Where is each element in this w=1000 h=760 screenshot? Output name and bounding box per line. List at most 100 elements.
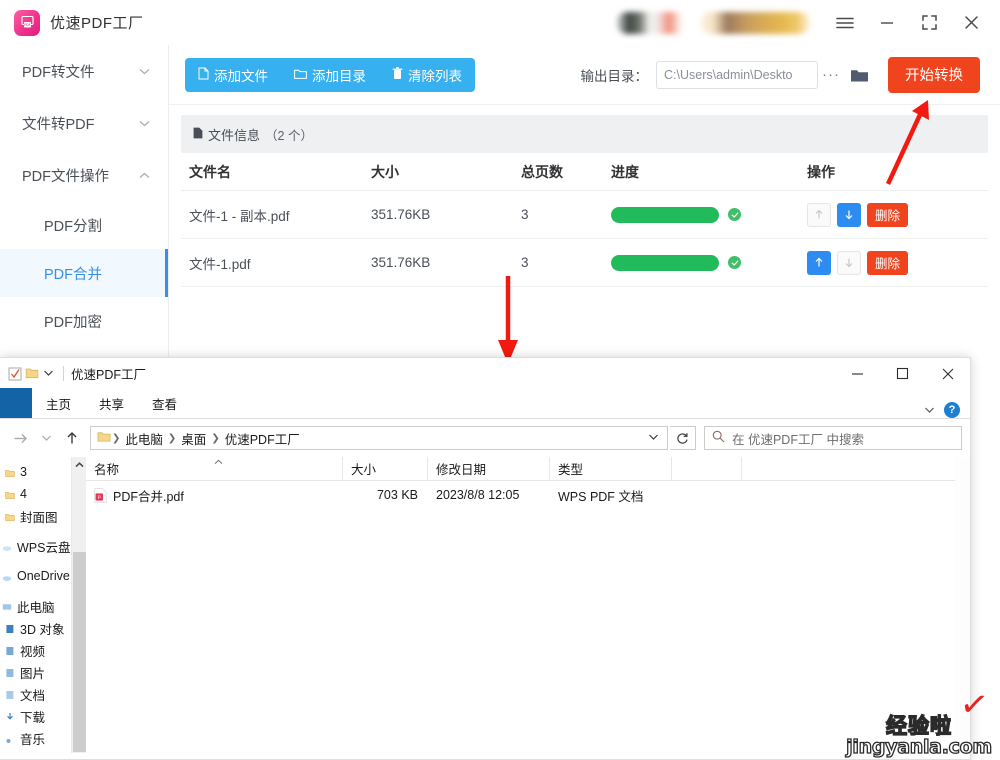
explorer-titlebar: 优速PDF工厂 <box>0 358 970 389</box>
explorer-main: 3 4 封面图 WPS云盘 OneDrive 此电脑 3D 对象 视频 图片 文… <box>0 456 970 753</box>
sidebar-item-pdf-split[interactable]: PDF分割 <box>0 201 168 249</box>
column-header-extra[interactable] <box>672 456 742 481</box>
check-circle-icon <box>728 256 741 269</box>
sort-ascending-icon <box>214 458 223 467</box>
add-file-label: 添加文件 <box>214 68 268 84</box>
nav-item-label: 图片 <box>20 666 46 681</box>
ribbon-right-controls: ? <box>924 402 970 418</box>
sidebar-group-label: PDF转文件 <box>22 64 95 81</box>
chevron-down-icon[interactable] <box>648 433 663 444</box>
column-header-name[interactable]: 名称 <box>86 456 343 481</box>
column-header-label: 修改日期 <box>436 463 487 477</box>
add-file-button[interactable]: 添加文件 <box>185 58 281 92</box>
close-icon[interactable] <box>950 0 992 45</box>
nav-item-label: 视频 <box>20 644 46 659</box>
more-options-button[interactable]: ··· <box>818 61 844 89</box>
hamburger-menu-icon[interactable] <box>824 0 866 45</box>
tab-view[interactable]: 查看 <box>138 388 191 418</box>
maximize-icon[interactable] <box>908 0 950 45</box>
sidebar-item-label: PDF分割 <box>44 218 102 235</box>
search-input[interactable]: 在 优速PDF工厂 中搜索 <box>704 426 962 450</box>
column-header-label: 类型 <box>558 463 584 477</box>
nav-item-label: 文档 <box>20 688 46 703</box>
breadcrumb-item-this-pc[interactable]: 此电脑 <box>121 429 167 448</box>
move-up-button[interactable] <box>807 250 831 275</box>
output-path-input[interactable]: C:\Users\admin\Deskto <box>656 60 818 89</box>
nav-item-label: OneDrive <box>17 569 70 583</box>
breadcrumb-item-desktop[interactable]: 桌面 <box>177 429 210 448</box>
folder-open-icon[interactable] <box>844 61 874 89</box>
column-header-type[interactable]: 类型 <box>550 456 672 481</box>
column-header-modified[interactable]: 修改日期 <box>428 456 550 481</box>
minimize-icon[interactable] <box>866 0 908 45</box>
file-actions-group: 添加文件 添加目录 清除列表 <box>185 57 475 92</box>
check-circle-icon <box>728 208 741 221</box>
chevron-down-icon[interactable] <box>34 426 58 450</box>
downloads-icon <box>5 711 15 722</box>
clear-list-label: 清除列表 <box>408 68 462 84</box>
file-list-scrollbar[interactable] <box>955 457 970 753</box>
computer-icon <box>2 601 12 612</box>
move-down-button[interactable] <box>837 202 861 227</box>
help-icon[interactable]: ? <box>944 402 960 418</box>
clear-list-button[interactable]: 清除列表 <box>379 58 475 92</box>
sidebar-group-pdf-operations[interactable]: PDF文件操作 <box>0 149 168 201</box>
delete-button[interactable]: 删除 <box>867 202 909 227</box>
chevron-down-icon[interactable] <box>40 365 57 382</box>
chevron-down-icon[interactable] <box>924 403 935 417</box>
file-table: 文件名 大小 总页数 进度 操作 文件-1 - 副本.pdf 351.76KB … <box>181 153 988 287</box>
sidebar-item-pdf-merge[interactable]: PDF合并 <box>0 249 168 297</box>
sidebar-group-pdf-to-file[interactable]: PDF转文件 <box>0 45 168 97</box>
music-icon <box>5 733 15 744</box>
delete-button[interactable]: 删除 <box>867 250 909 275</box>
navigation-pane-scrollbar[interactable] <box>71 457 86 753</box>
minimize-icon[interactable] <box>835 358 880 389</box>
titlebar-right <box>616 0 1000 45</box>
file-list-row[interactable]: P PDF合并.pdf 703 KB 2023/8/8 12:05 WPS PD… <box>86 481 970 509</box>
column-header-pages: 总页数 <box>521 163 563 180</box>
breadcrumb-item-current-folder[interactable]: 优速PDF工厂 <box>221 429 304 448</box>
sidebar-item-pdf-encrypt[interactable]: PDF加密 <box>0 297 168 345</box>
cell-file-type: WPS PDF 文档 <box>558 489 644 504</box>
trash-icon <box>392 66 403 83</box>
save-icon[interactable] <box>6 365 23 382</box>
explorer-address-bar: ❯ 此电脑 ❯ 桌面 ❯ 优速PDF工厂 在 优速PDF工厂 中搜索 <box>0 419 970 457</box>
scrollbar-thumb[interactable] <box>73 552 86 752</box>
maximize-icon[interactable] <box>880 358 925 389</box>
move-up-button[interactable] <box>807 202 831 227</box>
file-list-header: 名称 大小 修改日期 类型 <box>86 456 970 481</box>
file-menu-icon[interactable] <box>0 388 32 418</box>
start-convert-button[interactable]: 开始转换 <box>888 56 980 93</box>
explorer-title: 优速PDF工厂 <box>71 368 147 382</box>
breadcrumb[interactable]: ❯ 此电脑 ❯ 桌面 ❯ 优速PDF工厂 <box>90 426 668 450</box>
chevron-up-icon <box>139 169 150 181</box>
add-directory-button[interactable]: 添加目录 <box>281 58 379 92</box>
progress-bar <box>611 206 719 223</box>
folder-icon[interactable] <box>23 365 40 382</box>
cell-operations: 删除 <box>799 250 988 275</box>
sidebar-item-label: PDF加密 <box>44 314 102 331</box>
pictures-icon <box>5 667 15 678</box>
refresh-icon[interactable] <box>670 426 696 450</box>
column-header-size[interactable]: 大小 <box>343 456 428 481</box>
breadcrumb-separator: ❯ <box>112 432 121 444</box>
cell-size: 351.76KB <box>371 207 431 222</box>
arrow-up-icon[interactable] <box>60 426 84 450</box>
tab-share[interactable]: 共享 <box>85 388 138 418</box>
cell-file-modified: 2023/8/8 12:05 <box>436 488 520 502</box>
nav-item-label: 下载 <box>20 710 46 725</box>
table-row[interactable]: 文件-1.pdf 351.76KB 3 删除 <box>181 239 988 287</box>
sidebar-group-file-to-pdf[interactable]: 文件转PDF <box>0 97 168 149</box>
tab-home[interactable]: 主页 <box>32 388 85 418</box>
chevron-down-icon <box>139 65 150 77</box>
arrow-left-icon[interactable] <box>8 426 32 450</box>
folder-icon <box>5 489 15 500</box>
table-row[interactable]: 文件-1 - 副本.pdf 351.76KB 3 删除 <box>181 191 988 239</box>
move-down-button[interactable] <box>837 250 861 275</box>
column-header-label: 大小 <box>351 463 377 477</box>
cell-size: 351.76KB <box>371 255 431 270</box>
chevron-up-icon[interactable] <box>72 457 86 473</box>
blurred-account-badge-2 <box>700 11 810 34</box>
close-icon[interactable] <box>925 358 970 389</box>
column-header-operations: 操作 <box>807 163 835 180</box>
